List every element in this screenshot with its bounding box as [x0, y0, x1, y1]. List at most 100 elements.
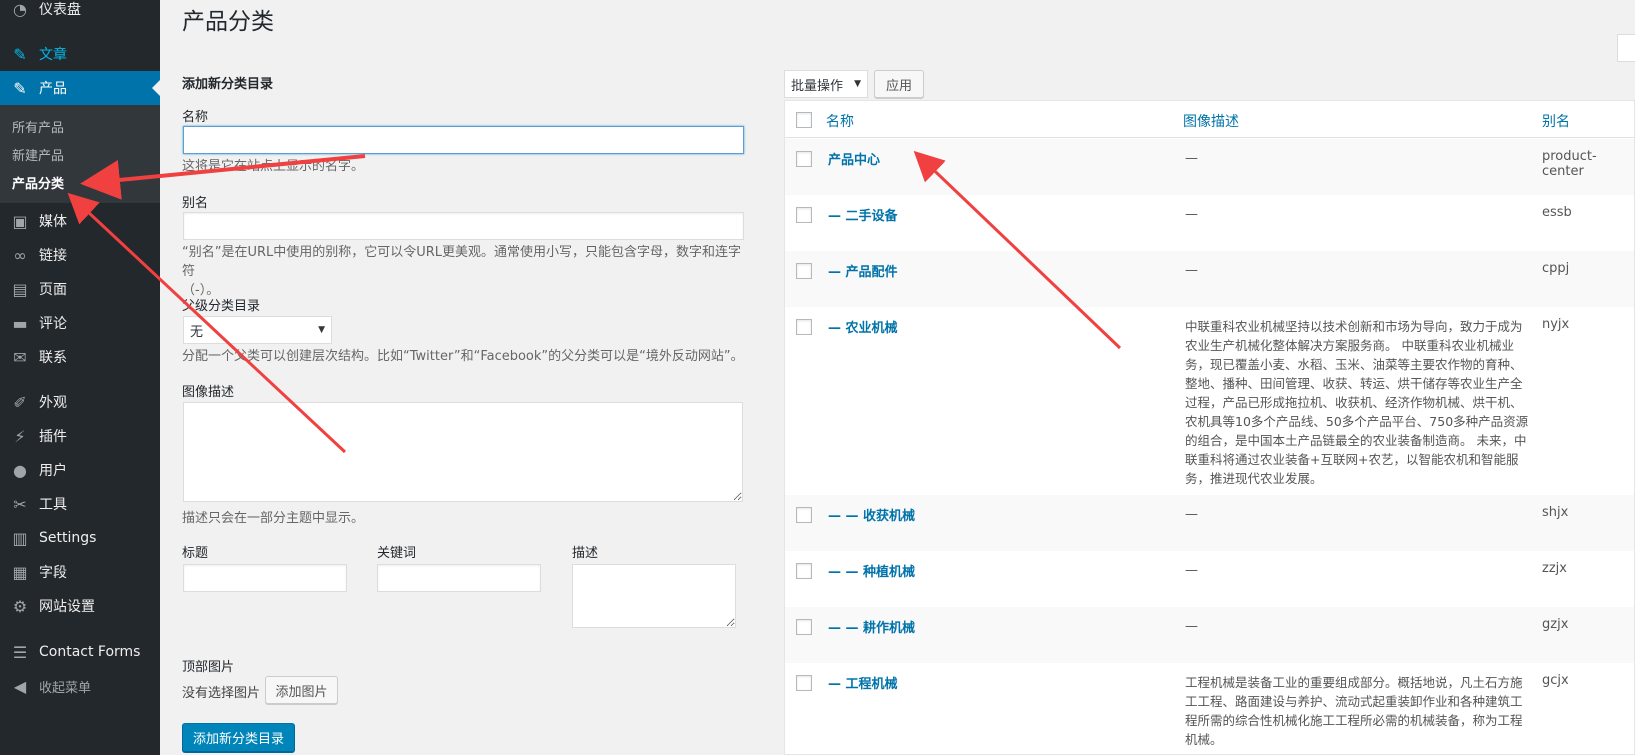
menu-posts[interactable]: ✎ 文章 [0, 37, 160, 71]
seo-keywords-input[interactable] [377, 564, 541, 592]
parent-selected-value: 无 [190, 324, 204, 340]
slug-label: 别名 [182, 196, 209, 211]
pin-icon: ✎ [13, 44, 27, 64]
table-row: — — 耕作机械 — gzjx [785, 607, 1634, 663]
category-desc: 工程机械是装备工业的重要组成部分。概括地说，凡土石方施工工程、路面建设与养护、流… [1185, 675, 1523, 747]
list-icon: ☰ [12, 642, 28, 662]
category-slug: cppj [1542, 261, 1570, 276]
seo-keywords-label: 关键词 [377, 546, 417, 561]
name-label: 名称 [182, 110, 209, 125]
menu-comments[interactable]: ▬ 评论 [0, 306, 160, 340]
name-input[interactable] [183, 126, 744, 154]
menu-users[interactable]: ● 用户 [0, 453, 160, 487]
category-slug: product-center [1542, 149, 1597, 179]
row-checkbox[interactable] [796, 207, 812, 223]
category-name-link[interactable]: — 产品配件 [828, 261, 898, 280]
select-all-checkbox[interactable] [796, 112, 812, 128]
page-title: 产品分类 [182, 9, 274, 35]
seo-desc-textarea[interactable] [572, 564, 736, 628]
column-name[interactable]: 名称 [826, 111, 854, 131]
category-desc: — [1185, 563, 1198, 578]
menu-products[interactable]: ✎ 产品 [0, 71, 160, 105]
menu-plugins[interactable]: ⚡ 插件 [0, 419, 160, 453]
table-row: — 产品配件 — cppj [785, 251, 1634, 307]
category-desc: — [1185, 151, 1198, 166]
menu-label: 链接 [39, 248, 67, 264]
category-name-link[interactable]: — — 耕作机械 [828, 617, 915, 636]
column-slug[interactable]: 别名 [1542, 111, 1570, 131]
add-image-button[interactable]: 添加图片 [265, 676, 338, 704]
table-row: — — 收获机械 — shjx [785, 495, 1634, 551]
menu-label: 用户 [39, 463, 67, 479]
admin-sidebar: ◔ 仪表盘 ✎ 文章 ✎ 产品 所有产品 新建产品 产品分类 ▣ 媒体 ∞ 链接 ▤ 页面 … [0, 0, 160, 755]
categories-table: 名称 图像描述 别名 产品中心 — product-center — 二手设备 … [784, 100, 1635, 755]
products-submenu: 所有产品 新建产品 产品分类 [0, 105, 160, 203]
category-name-link[interactable]: 产品中心 [828, 149, 880, 168]
submenu-new-product[interactable]: 新建产品 [12, 145, 64, 164]
media-icon: ▣ [12, 211, 28, 231]
row-checkbox[interactable] [796, 619, 812, 635]
menu-label: 页面 [39, 282, 67, 298]
menu-media[interactable]: ▣ 媒体 [0, 204, 160, 238]
row-checkbox[interactable] [796, 319, 812, 335]
menu-contact[interactable]: ✉ 联系 [0, 340, 160, 374]
category-slug: gcjx [1542, 673, 1569, 688]
pin-icon: ✎ [13, 78, 27, 98]
menu-label: 网站设置 [39, 599, 95, 615]
category-name-link[interactable]: — 农业机械 [828, 317, 898, 336]
menu-links[interactable]: ∞ 链接 [0, 238, 160, 272]
menu-label: Settings [39, 530, 97, 546]
menu-fields[interactable]: ▦ 字段 [0, 555, 160, 589]
row-checkbox[interactable] [796, 563, 812, 579]
row-checkbox[interactable] [796, 263, 812, 279]
table-row: — 工程机械 工程机械是装备工业的重要组成部分。概括地说，凡土石方施工工程、路面… [785, 663, 1634, 754]
settings-icon: ▥ [12, 528, 28, 548]
dropdown-arrow-icon: ▼ [318, 325, 325, 335]
menu-site-settings[interactable]: ⚙ 网站设置 [0, 589, 160, 623]
apply-button[interactable]: 应用 [874, 70, 924, 98]
category-slug: gzjx [1542, 617, 1569, 632]
row-checkbox[interactable] [796, 675, 812, 691]
category-desc: — [1185, 263, 1198, 278]
category-desc: — [1185, 207, 1198, 222]
menu-collapse[interactable]: ◀ 收起菜单 [0, 669, 160, 703]
menu-pages[interactable]: ▤ 页面 [0, 272, 160, 306]
submenu-all-products[interactable]: 所有产品 [12, 117, 64, 136]
menu-settings[interactable]: ▥ Settings [0, 521, 160, 555]
row-checkbox[interactable] [796, 507, 812, 523]
menu-tools[interactable]: ✂ 工具 [0, 487, 160, 521]
category-name-link[interactable]: — 二手设备 [828, 205, 898, 224]
category-name-link[interactable]: — — 种植机械 [828, 561, 915, 580]
menu-label: 插件 [39, 429, 67, 445]
bulk-action-select[interactable]: 批量操作 ▼ [784, 70, 868, 98]
menu-label: 工具 [39, 497, 67, 513]
search-box[interactable] [1617, 34, 1635, 62]
image-desc-label: 图像描述 [182, 385, 235, 400]
slug-help-line-1: “别名”是在URL中使用的别称，它可以令URL更美观。通常使用小写，只能包含字母… [182, 245, 742, 279]
header-image-label: 顶部图片 [182, 660, 235, 675]
dropdown-arrow-icon: ▼ [854, 79, 861, 89]
menu-appearance[interactable]: ✐ 外观 [0, 385, 160, 419]
submenu-product-categories[interactable]: 产品分类 [12, 173, 64, 192]
category-slug: shjx [1542, 505, 1569, 520]
mail-icon: ✉ [13, 347, 27, 367]
seo-title-input[interactable] [183, 564, 347, 592]
menu-contact-forms[interactable]: ☰ Contact Forms [0, 635, 160, 669]
menu-label: 仪表盘 [39, 2, 81, 18]
image-desc-textarea[interactable] [183, 402, 743, 502]
category-name-link[interactable]: — 工程机械 [828, 673, 898, 692]
menu-label: 联系 [39, 350, 67, 366]
category-name-link[interactable]: — — 收获机械 [828, 505, 915, 524]
row-checkbox[interactable] [796, 151, 812, 167]
slug-input[interactable] [183, 212, 744, 240]
add-category-button[interactable]: 添加新分类目录 [182, 723, 295, 752]
image-desc-help: 描述只会在一部分主题中显示。 [182, 511, 365, 526]
menu-label: 收起菜单 [39, 680, 92, 696]
slug-help: “别名”是在URL中使用的别称，它可以令URL更美观。通常使用小写，只能包含字母… [182, 243, 752, 300]
column-image-desc[interactable]: 图像描述 [1183, 111, 1239, 131]
no-image-text: 没有选择图片 [182, 686, 261, 701]
menu-dashboard[interactable]: ◔ 仪表盘 [0, 0, 160, 26]
table-header: 名称 图像描述 别名 [785, 101, 1634, 138]
parent-select[interactable]: 无 ▼ [183, 316, 332, 344]
table-row: — — 种植机械 — zzjx [785, 551, 1634, 607]
